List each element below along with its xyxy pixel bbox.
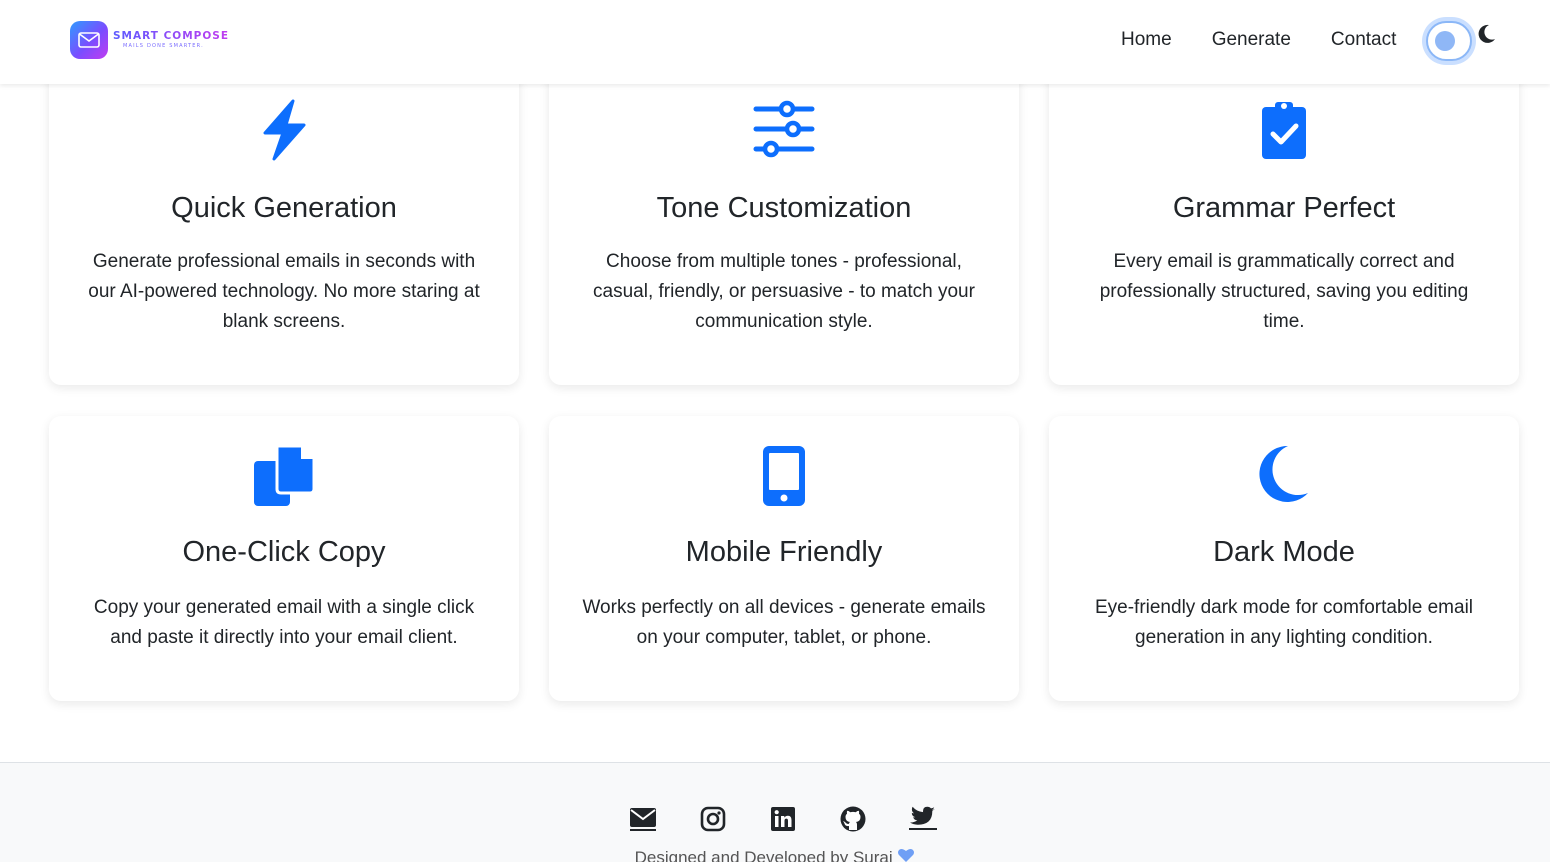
footer-credit: Designed and Developed by Suraj — [0, 847, 1550, 862]
heart-icon — [897, 848, 915, 862]
github-icon[interactable] — [839, 805, 869, 835]
linkedin-icon[interactable] — [769, 805, 799, 835]
navbar: SMART COMPOSE MAILS DONE SMARTER. Home G… — [0, 0, 1550, 84]
feature-card: Dark Mode Eye-friendly dark mode for com… — [1049, 416, 1519, 701]
moon-icon — [1258, 445, 1310, 508]
nav-link-contact[interactable]: Contact — [1331, 29, 1396, 51]
moon-icon — [1478, 24, 1496, 49]
credit-text: Designed and Developed by Suraj — [634, 848, 893, 862]
feature-title: Dark Mode — [1213, 536, 1355, 568]
feature-title: Tone Customization — [656, 192, 912, 224]
nav-link-generate[interactable]: Generate — [1212, 29, 1291, 51]
feature-card: Mobile Friendly Works perfectly on all d… — [549, 416, 1019, 701]
feature-title: Mobile Friendly — [685, 536, 883, 568]
feature-text: Every email is grammatically correct and… — [1099, 251, 1469, 332]
feature-title: Grammar Perfect — [1172, 192, 1396, 224]
feature-card: Quick Generation Generate professional e… — [49, 60, 519, 385]
footer: Designed and Developed by Suraj — [0, 762, 1550, 862]
theme-toggle-switch[interactable] — [1426, 21, 1472, 61]
feature-text: Works perfectly on all devices - generat… — [582, 597, 986, 648]
envelope-icon[interactable] — [629, 805, 659, 835]
feature-title: Quick Generation — [171, 192, 397, 224]
twitter-icon[interactable] — [909, 805, 939, 835]
nav-links: Home Generate Contact — [1121, 29, 1396, 51]
feature-text: Generate professional emails in seconds … — [88, 251, 480, 332]
lightning-bolt-icon — [259, 99, 309, 166]
brand-tagline: MAILS DONE SMARTER. — [123, 43, 204, 50]
sliders-icon — [753, 99, 815, 164]
mobile-phone-icon — [762, 445, 806, 512]
copy-icon — [253, 444, 316, 512]
feature-card: One-Click Copy Copy your generated email… — [49, 416, 519, 701]
nav-link-home[interactable]: Home — [1121, 29, 1172, 51]
brand-name: SMART COMPOSE — [113, 29, 230, 42]
feature-text: Eye-friendly dark mode for comfortable e… — [1094, 597, 1474, 648]
feature-card: Grammar Perfect Every email is grammatic… — [1049, 60, 1519, 385]
brand-text: SMART COMPOSE MAILS DONE SMARTER. — [113, 31, 229, 50]
social-links — [629, 805, 939, 835]
brand-logo-link[interactable]: SMART COMPOSE MAILS DONE SMARTER. — [70, 21, 229, 59]
feature-title: One-Click Copy — [182, 536, 386, 568]
instagram-icon[interactable] — [699, 805, 729, 835]
feature-text: Choose from multiple tones - professiona… — [593, 251, 975, 332]
toggle-knob — [1435, 31, 1455, 51]
clipboard-check-icon — [1260, 99, 1308, 166]
envelope-logo-icon — [70, 21, 108, 59]
feature-text: Copy your generated email with a single … — [93, 597, 475, 648]
feature-card: Tone Customization Choose from multiple … — [549, 60, 1019, 385]
